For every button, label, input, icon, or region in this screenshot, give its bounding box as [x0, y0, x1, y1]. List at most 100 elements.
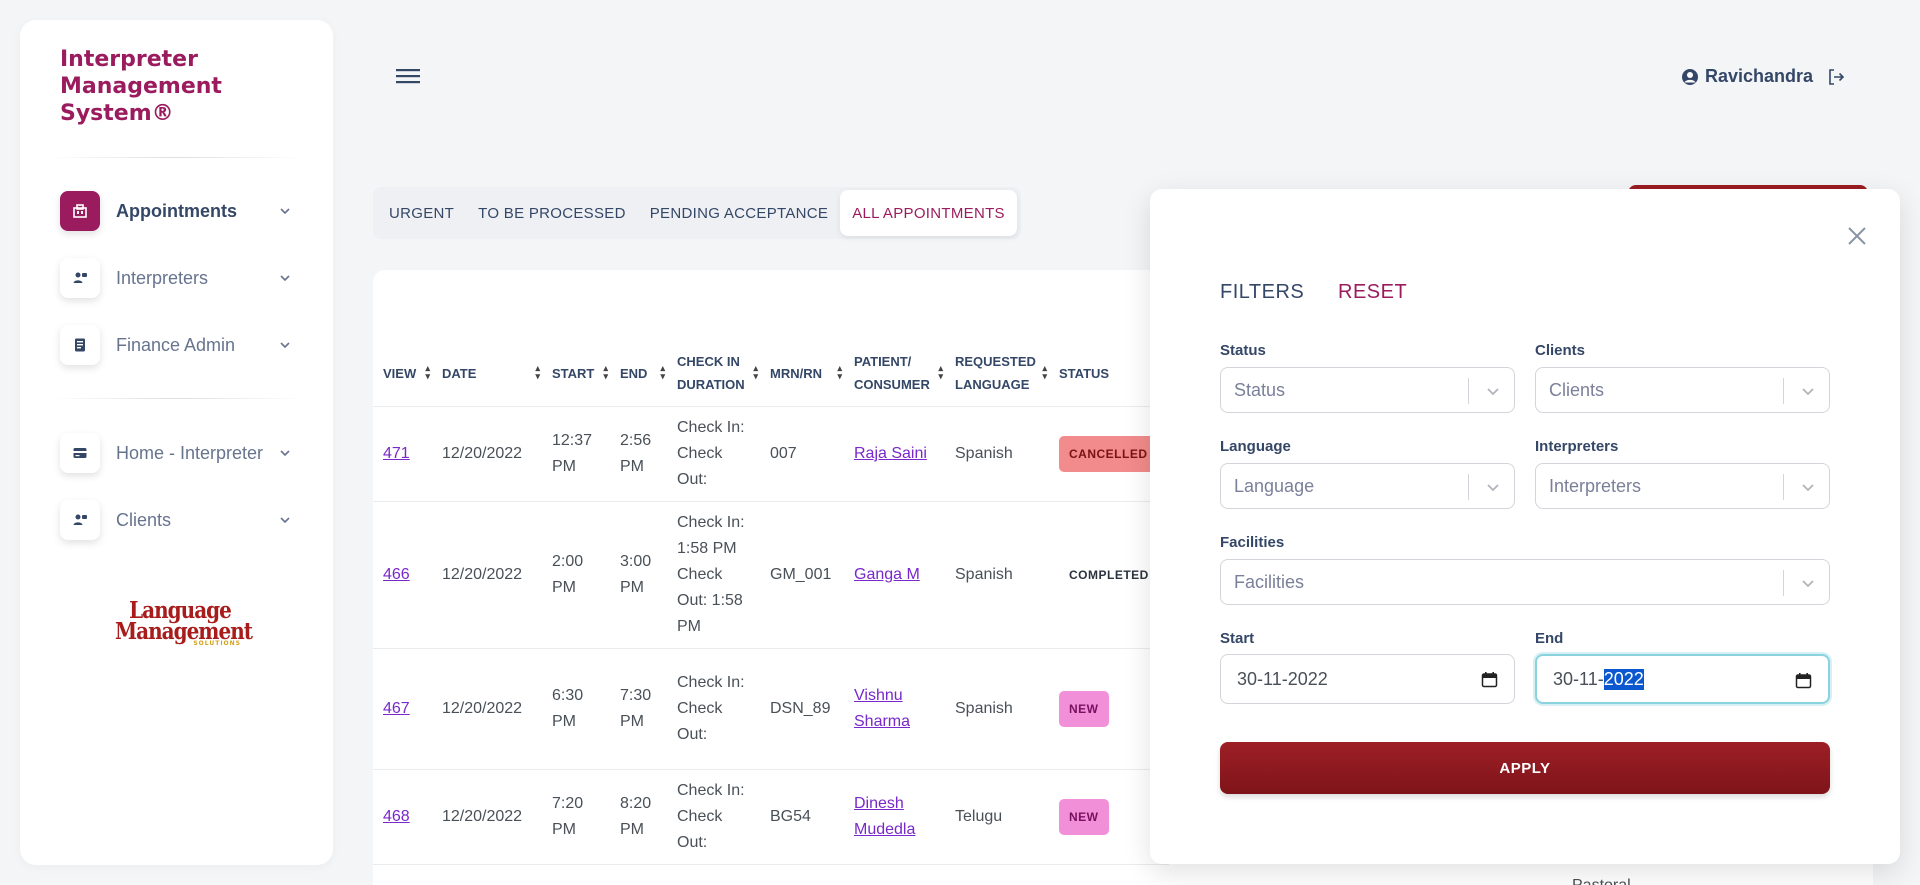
view-link[interactable]: 467 — [383, 700, 410, 717]
patient-link[interactable]: Vishnu Sharma — [854, 687, 910, 730]
col-label: CHECK IN — [677, 354, 740, 369]
tab-urgent[interactable]: URGENT — [377, 190, 466, 236]
calendar-icon[interactable] — [1481, 671, 1498, 688]
appointments-icon — [60, 191, 100, 231]
chevron-down-icon — [280, 517, 290, 524]
view-link[interactable]: 471 — [383, 445, 410, 462]
table-row: 471 12/20/2022 12:37 PM 2:56 PM Check In: C… — [373, 406, 1169, 502]
date-cell: 12/20/2022 — [432, 769, 542, 865]
calendar-icon[interactable] — [1795, 672, 1812, 689]
language-cell: Spanish — [945, 648, 1049, 770]
sort-icon[interactable]: ▴▾ — [425, 364, 430, 381]
hamburger-menu-icon[interactable] — [395, 65, 421, 87]
language-cell: Telugu — [945, 769, 1049, 865]
patient-link[interactable]: Ganga M — [854, 566, 920, 583]
appointments-table: VIEW ▴ ▾ DATE ▴ ▾ START ▴ ▾ END ▴ ▾ CHECK IN DURA… — [373, 340, 1169, 865]
facilities-label: Facilities — [1220, 534, 1285, 551]
chevron-down-icon — [280, 275, 290, 282]
start-date-input[interactable]: 30-11-2022 — [1220, 654, 1515, 704]
brand-title[interactable]: Interpreter Management System® — [60, 46, 290, 127]
sidebar-item-home-interpreter[interactable]: Home - Interpreter — [60, 431, 295, 475]
col-mrn[interactable]: MRN/RN ▴ ▾ — [760, 340, 844, 407]
tab-all-appointments[interactable]: ALL APPOINTMENTS — [840, 190, 1017, 236]
sort-icon[interactable]: ▴▾ — [938, 364, 943, 381]
col-label: END — [620, 365, 648, 381]
col-label: STATUS — [1059, 365, 1110, 381]
close-icon[interactable] — [1846, 225, 1868, 247]
date-cell: 12/20/2022 — [432, 648, 542, 770]
view-link[interactable]: 466 — [383, 566, 410, 583]
col-label: PATIENT/ — [854, 354, 912, 369]
view-link[interactable]: 468 — [383, 808, 410, 825]
card-icon — [60, 433, 100, 473]
sidebar-divider — [48, 157, 305, 158]
sort-icon[interactable]: ▴▾ — [1042, 364, 1047, 381]
sidebar-item-interpreters[interactable]: Interpreters — [60, 256, 295, 300]
table-row: 468 12/20/2022 7:20 PM 8:20 PM Check In: Ch… — [373, 769, 1169, 865]
language-select[interactable]: Language — [1220, 463, 1515, 509]
start-label: Start — [1220, 630, 1255, 647]
start-cell: 6:30 PM — [542, 648, 610, 770]
sort-icon[interactable]: ▴▾ — [535, 364, 540, 381]
chevron-down-icon — [1487, 484, 1499, 492]
tab-pending-acceptance[interactable]: PENDING ACCEPTANCE — [638, 190, 841, 236]
facilities-placeholder: Facilities — [1234, 571, 1305, 592]
sort-icon[interactable]: ▴▾ — [660, 364, 665, 381]
end-date-value-prefix: 30-11- — [1553, 668, 1604, 689]
brand-line-3: System® — [60, 101, 174, 126]
col-check-in[interactable]: CHECK IN DURATION ▴ ▾ — [667, 340, 760, 407]
sidebar-item-label: Interpreters — [116, 267, 209, 288]
check-cell: Check In: Check Out: — [667, 648, 760, 770]
check-cell: Check In: Check Out: — [667, 406, 760, 502]
col-patient[interactable]: PATIENT/CONSUMER ▴ ▾ — [844, 340, 945, 407]
col-start[interactable]: START ▴ ▾ — [542, 340, 610, 407]
sidebar-item-finance-admin[interactable]: Finance Admin — [60, 323, 295, 367]
reset-button[interactable]: RESET — [1338, 281, 1407, 304]
select-separator — [1468, 378, 1469, 404]
chevron-down-icon — [1802, 388, 1814, 396]
end-label: End — [1535, 630, 1564, 647]
sidebar-item-label: Clients — [116, 509, 172, 530]
chevron-down-icon — [1487, 388, 1499, 396]
select-separator — [1783, 474, 1784, 500]
clipped-cell-text: Pastoral — [1572, 877, 1631, 885]
apply-button[interactable]: APPLY — [1220, 742, 1830, 794]
sidebar-item-clients[interactable]: Clients — [60, 498, 295, 542]
patient-link[interactable]: Raja Saini — [854, 445, 927, 462]
language-cell: Spanish — [945, 501, 1049, 649]
table-row: 466 12/20/2022 2:00 PM 3:00 PM Check In: 1:… — [373, 501, 1169, 649]
chevron-down-icon — [1802, 484, 1814, 492]
interpreters-select[interactable]: Interpreters — [1535, 463, 1830, 509]
sidebar-divider — [48, 398, 305, 399]
sidebar: Interpreter Management System® Appointme… — [20, 20, 333, 865]
col-end[interactable]: END ▴ ▾ — [610, 340, 667, 407]
user-menu[interactable]: Ravichandra — [1681, 66, 1845, 87]
select-separator — [1783, 378, 1784, 404]
date-cell: 12/20/2022 — [432, 501, 542, 649]
mrn-cell: GM_001 — [760, 501, 844, 649]
tab-to-be-processed[interactable]: TO BE PROCESSED — [466, 190, 638, 236]
table-header-row: VIEW ▴ ▾ DATE ▴ ▾ START ▴ ▾ END ▴ ▾ CHECK IN DURA… — [373, 340, 1169, 407]
date-cell: 12/20/2022 — [432, 406, 542, 502]
facilities-select[interactable]: Facilities — [1220, 559, 1830, 605]
sort-icon[interactable]: ▴▾ — [837, 364, 842, 381]
table-row: 467 12/20/2022 6:30 PM 7:30 PM Check In: Ch… — [373, 648, 1169, 770]
col-view[interactable]: VIEW ▴ ▾ — [373, 340, 432, 407]
logout-icon[interactable] — [1827, 68, 1845, 86]
sort-icon[interactable]: ▴▾ — [603, 364, 608, 381]
col-language[interactable]: REQUESTED LANGUAGE ▴ ▾ — [945, 340, 1049, 407]
interpreter-icon — [60, 258, 100, 298]
appointment-tabs: URGENT TO BE PROCESSED PENDING ACCEPTANC… — [373, 187, 1021, 239]
clients-select[interactable]: Clients — [1535, 367, 1830, 413]
col-date[interactable]: DATE ▴ ▾ — [432, 340, 542, 407]
status-select[interactable]: Status — [1220, 367, 1515, 413]
start-cell: 12:37 PM — [542, 406, 610, 502]
end-date-input[interactable]: 30-11- 2022 — [1535, 654, 1830, 704]
col-label: MRN/RN — [770, 365, 822, 381]
chevron-down-icon — [280, 208, 290, 215]
sort-icon[interactable]: ▴▾ — [753, 364, 758, 381]
sidebar-item-appointments[interactable]: Appointments — [60, 189, 295, 233]
language-label: Language — [1220, 438, 1291, 455]
patient-link[interactable]: Dinesh Mudedla — [854, 795, 915, 838]
status-label: Status — [1220, 342, 1266, 359]
